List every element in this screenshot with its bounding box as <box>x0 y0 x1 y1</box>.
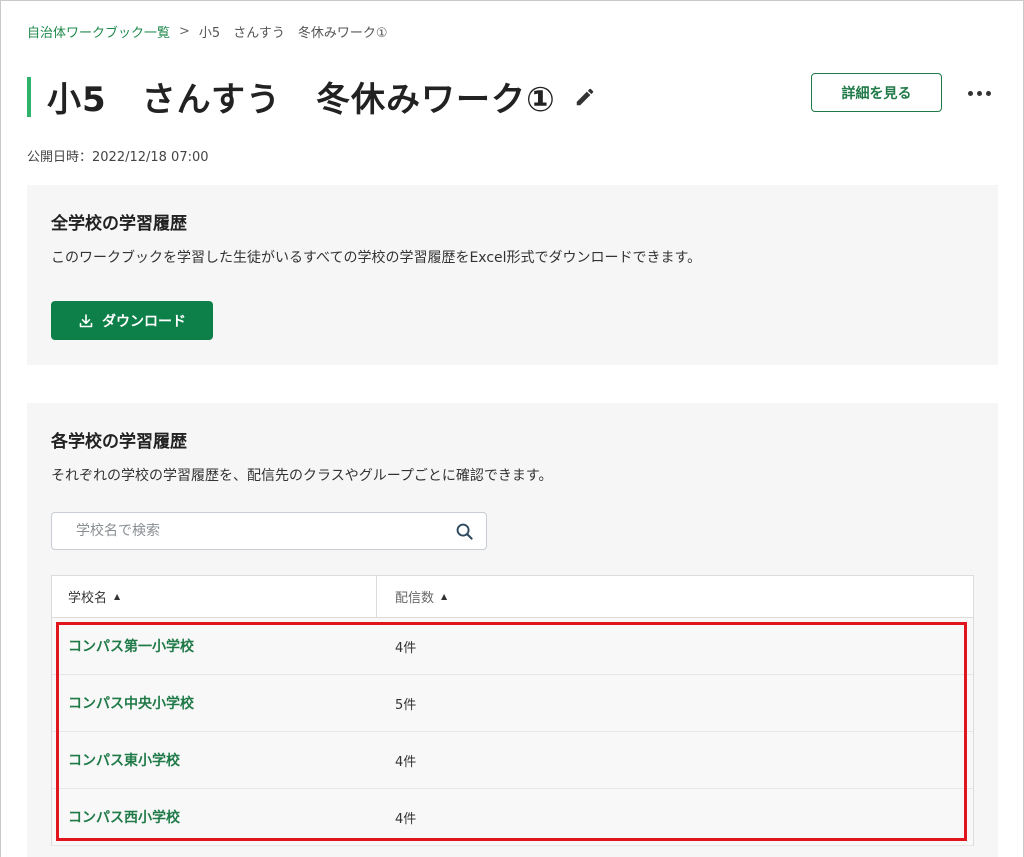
school-name-link[interactable]: コンパス西小学校 <box>52 807 377 827</box>
more-dot-icon <box>985 90 991 96</box>
search-icon[interactable] <box>455 522 474 541</box>
delivery-count: 4件 <box>395 811 417 827</box>
all-schools-heading: 全学校の学習履歴 <box>51 214 187 234</box>
school-history-table: 学校名 ▲ 配信数 ▲ コンパス第一小学校 4件 コンパス中央小学校 5件 コン… <box>51 575 974 846</box>
delivery-count: 4件 <box>395 640 417 656</box>
more-options-button[interactable] <box>962 80 996 106</box>
delivery-count: 5件 <box>395 697 417 713</box>
table-row: コンパス西小学校 4件 <box>52 789 973 846</box>
download-button-label: ダウンロード <box>102 313 186 330</box>
school-search-box <box>51 512 487 550</box>
title-accent-bar <box>27 76 31 117</box>
table-row: コンパス中央小学校 5件 <box>52 675 973 732</box>
column-header-label: 配信数 <box>395 591 435 606</box>
breadcrumb-current: 小5 さんすう 冬休みワーク① <box>198 26 388 41</box>
table-header: 学校名 ▲ 配信数 ▲ <box>52 576 973 618</box>
all-schools-panel: 全学校の学習履歴 このワークブックを学習した生徒がいるすべての学校の学習履歴をE… <box>27 185 998 365</box>
breadcrumb: 自治体ワークブック一覧 > 小5 さんすう 冬休みワーク① <box>27 22 388 41</box>
table-row: コンパス東小学校 4件 <box>52 732 973 789</box>
title-row: 小5 さんすう 冬休みワーク① <box>27 72 596 121</box>
each-school-description: それぞれの学校の学習履歴を、配信先のクラスやグループごとに確認できます。 <box>51 468 553 484</box>
breadcrumb-parent-link[interactable]: 自治体ワークブック一覧 <box>27 22 170 41</box>
school-search-input[interactable] <box>76 523 446 539</box>
view-details-button[interactable]: 詳細を見る <box>811 73 942 112</box>
sort-ascending-icon: ▲ <box>114 592 121 601</box>
page-title: 小5 さんすう 冬休みワーク① <box>47 80 556 120</box>
download-icon <box>79 313 93 327</box>
school-name-link[interactable]: コンパス中央小学校 <box>52 693 377 713</box>
pencil-icon[interactable] <box>574 86 596 108</box>
school-name-link[interactable]: コンパス第一小学校 <box>52 636 377 656</box>
breadcrumb-separator: > <box>179 24 190 39</box>
each-school-panel: 各学校の学習履歴 それぞれの学校の学習履歴を、配信先のクラスやグループごとに確認… <box>27 403 998 857</box>
more-dot-icon <box>976 90 982 96</box>
column-header-school-name[interactable]: 学校名 ▲ <box>52 576 377 617</box>
download-button[interactable]: ダウンロード <box>51 301 213 340</box>
school-name-link[interactable]: コンパス東小学校 <box>52 750 377 770</box>
column-header-delivery-count[interactable]: 配信数 ▲ <box>377 576 447 617</box>
column-header-label: 学校名 <box>68 591 108 606</box>
table-row: コンパス第一小学校 4件 <box>52 618 973 675</box>
published-datetime: 公開日時：2022/12/18 07:00 <box>27 150 209 165</box>
more-dot-icon <box>967 90 973 96</box>
sort-ascending-icon: ▲ <box>441 592 448 601</box>
delivery-count: 4件 <box>395 754 417 770</box>
each-school-heading: 各学校の学習履歴 <box>51 432 187 452</box>
all-schools-description: このワークブックを学習した生徒がいるすべての学校の学習履歴をExcel形式でダウ… <box>51 250 702 266</box>
